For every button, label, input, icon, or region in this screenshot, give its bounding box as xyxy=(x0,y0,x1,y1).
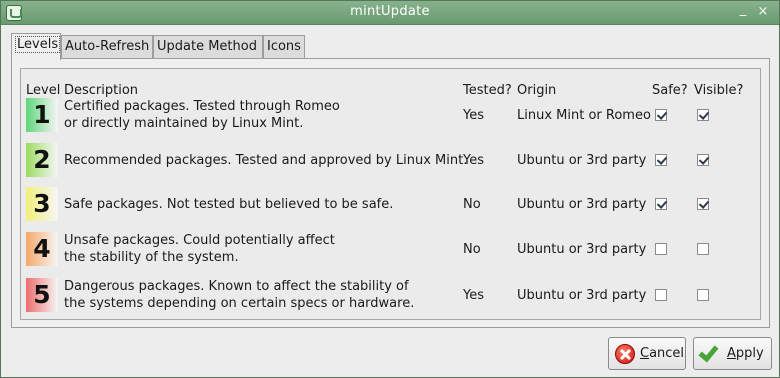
row-origin: Linux Mint or Romeo xyxy=(517,108,651,123)
level-badge: 1 xyxy=(26,98,58,132)
tab-levels[interactable]: Levels xyxy=(11,33,61,60)
row-description-line2: the systems depending on certain specs o… xyxy=(64,296,415,311)
cancel-button-label: Cancel xyxy=(640,346,685,361)
levels-table: Level Description Tested? Origin Safe? V… xyxy=(20,68,761,320)
levels-panel: Level Description Tested? Origin Safe? V… xyxy=(11,58,770,328)
row-description: Certified packages. Tested through Romeo xyxy=(64,99,340,114)
cancel-button[interactable]: Cancel xyxy=(608,337,686,370)
row-origin: Ubuntu or 3rd party xyxy=(517,288,647,303)
row-tested: Yes xyxy=(463,288,484,303)
level-badge: 3 xyxy=(26,187,58,221)
safe-checkbox[interactable] xyxy=(655,109,667,121)
row-origin: Ubuntu or 3rd party xyxy=(517,197,647,212)
row-origin: Ubuntu or 3rd party xyxy=(517,242,647,257)
row-description: Recommended packages. Tested and approve… xyxy=(64,153,468,168)
row-description-line2: or directly maintained by Linux Mint. xyxy=(64,116,304,131)
tab-auto-refresh[interactable]: Auto-Refresh xyxy=(61,35,153,59)
header-tested: Tested? xyxy=(463,83,512,98)
title-bar[interactable]: mintUpdate _ × xyxy=(1,1,779,25)
safe-checkbox[interactable] xyxy=(655,198,667,210)
header-level: Level xyxy=(26,83,61,98)
apply-button[interactable]: Apply xyxy=(693,337,772,370)
row-tested: Yes xyxy=(463,108,484,123)
tab-icons[interactable]: Icons xyxy=(263,35,305,59)
close-icon[interactable]: × xyxy=(755,4,771,20)
apply-check-icon xyxy=(698,341,719,363)
window-title: mintUpdate xyxy=(350,4,430,19)
row-tested: No xyxy=(463,197,481,212)
row-description: Unsafe packages. Could potentially affec… xyxy=(64,233,335,248)
level-badge: 5 xyxy=(26,278,58,312)
safe-checkbox[interactable] xyxy=(655,243,667,255)
cancel-icon xyxy=(615,344,635,364)
row-description: Dangerous packages. Known to affect the … xyxy=(64,279,409,294)
row-description-line2: the stability of the system. xyxy=(64,250,239,265)
row-origin: Ubuntu or 3rd party xyxy=(517,153,647,168)
header-origin: Origin xyxy=(517,83,557,98)
header-description: Description xyxy=(64,83,139,98)
row-tested: Yes xyxy=(463,153,484,168)
visible-checkbox[interactable] xyxy=(697,289,709,301)
safe-checkbox[interactable] xyxy=(655,154,667,166)
row-description: Safe packages. Not tested but believed t… xyxy=(64,197,394,212)
header-safe: Safe? xyxy=(652,83,688,98)
visible-checkbox[interactable] xyxy=(697,243,709,255)
level-badge: 2 xyxy=(26,143,58,177)
apply-button-label: Apply xyxy=(727,346,764,361)
header-visible: Visible? xyxy=(694,83,744,98)
tab-levels-label: Levels xyxy=(15,36,61,53)
tab-update-method[interactable]: Update Method xyxy=(153,35,263,59)
level-badge: 4 xyxy=(26,232,58,266)
visible-checkbox[interactable] xyxy=(697,198,709,210)
minimize-icon[interactable]: _ xyxy=(735,2,751,18)
safe-checkbox[interactable] xyxy=(655,289,667,301)
row-tested: No xyxy=(463,242,481,257)
visible-checkbox[interactable] xyxy=(697,109,709,121)
mintupdate-window: mintUpdate _ × Levels Auto-Refresh Updat… xyxy=(0,0,780,378)
visible-checkbox[interactable] xyxy=(697,154,709,166)
